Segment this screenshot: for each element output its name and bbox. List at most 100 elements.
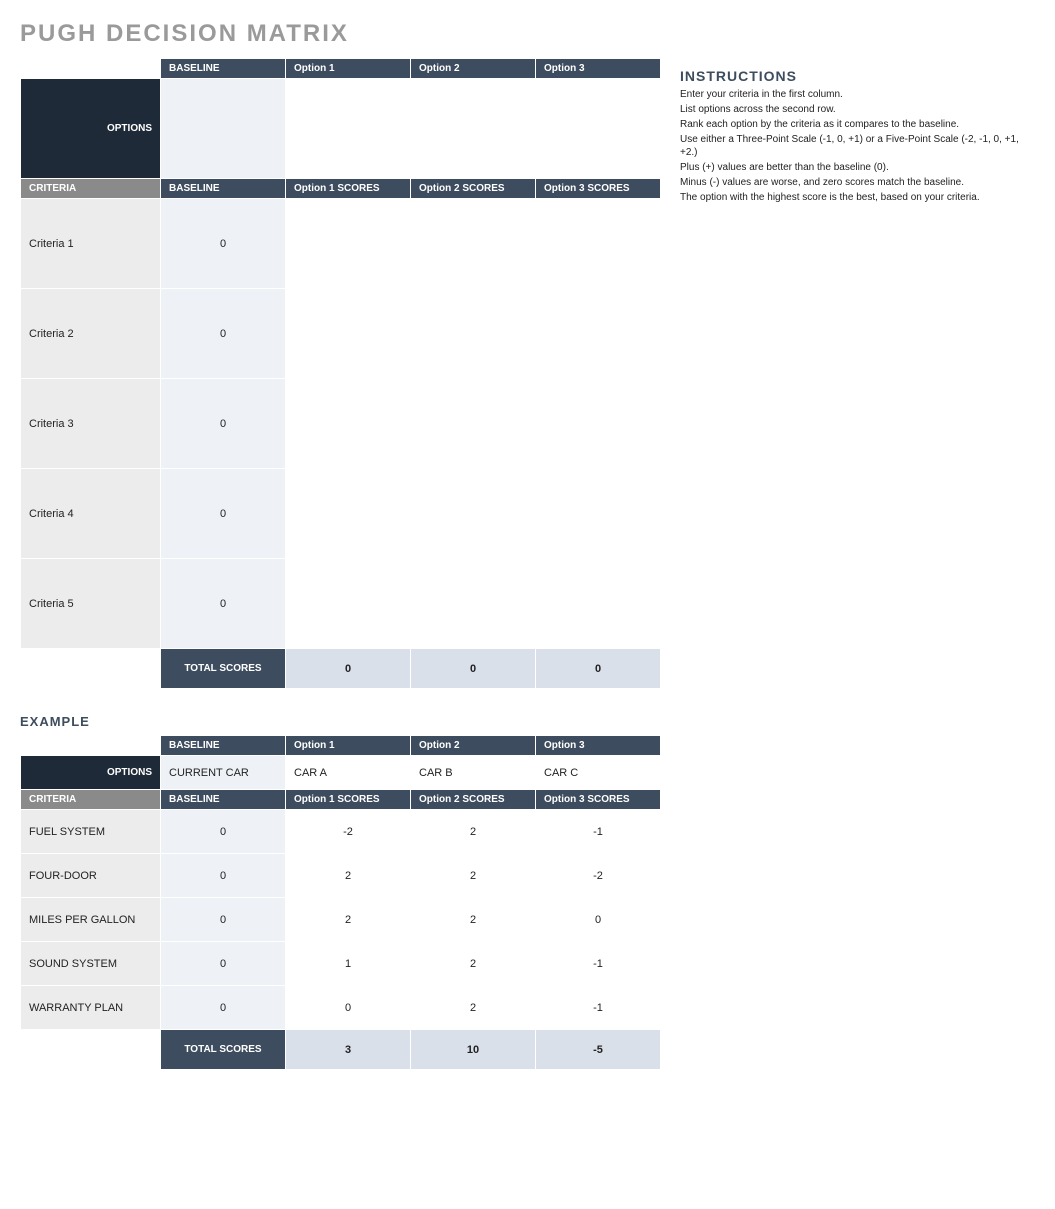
score3-header: Option 3 SCORES xyxy=(536,179,661,199)
instruction-line: Enter your criteria in the first column. xyxy=(680,88,1035,101)
total-label: TOTAL SCORES xyxy=(161,649,286,689)
criteria-row: FUEL SYSTEM 0 -2 2 -1 xyxy=(21,810,661,854)
baseline-score-header: BASELINE xyxy=(161,790,286,810)
criteria-score: 2 xyxy=(286,854,411,898)
criteria-score: 0 xyxy=(536,898,661,942)
score1-header: Option 1 SCORES xyxy=(286,790,411,810)
option3-value: CAR C xyxy=(536,756,661,790)
option1-value[interactable] xyxy=(286,79,411,179)
criteria-baseline: 0 xyxy=(161,379,286,469)
criteria-score: 2 xyxy=(411,810,536,854)
criteria-score[interactable] xyxy=(411,469,536,559)
criteria-score[interactable] xyxy=(411,379,536,469)
option3-value[interactable] xyxy=(536,79,661,179)
instructions-title: INSTRUCTIONS xyxy=(680,68,1035,84)
criteria-score[interactable] xyxy=(411,559,536,649)
baseline-score-header: BASELINE xyxy=(161,179,286,199)
option-header-row: BASELINE Option 1 Option 2 Option 3 xyxy=(21,59,661,79)
criteria-baseline: 0 xyxy=(161,942,286,986)
criteria-score: 2 xyxy=(411,942,536,986)
criteria-score[interactable] xyxy=(286,289,411,379)
criteria-score: -2 xyxy=(286,810,411,854)
criteria-score: 2 xyxy=(286,898,411,942)
page-title: PUGH DECISION MATRIX xyxy=(20,20,1035,48)
option1-header: Option 1 xyxy=(286,59,411,79)
options-label: OPTIONS xyxy=(21,756,161,790)
criteria-baseline: 0 xyxy=(161,854,286,898)
criteria-baseline: 0 xyxy=(161,199,286,289)
total-score: 10 xyxy=(411,1030,536,1070)
criteria-name: WARRANTY PLAN xyxy=(21,986,161,1030)
criteria-score: 2 xyxy=(411,898,536,942)
example-matrix: BASELINE Option 1 Option 2 Option 3 OPTI… xyxy=(20,735,661,1070)
instructions-panel: INSTRUCTIONS Enter your criteria in the … xyxy=(680,58,1035,206)
criteria-score: 0 xyxy=(286,986,411,1030)
main-matrix: BASELINE Option 1 Option 2 Option 3 OPTI… xyxy=(20,58,661,689)
criteria-name[interactable]: Criteria 5 xyxy=(21,559,161,649)
baseline-header: BASELINE xyxy=(161,59,286,79)
criteria-name[interactable]: Criteria 1 xyxy=(21,199,161,289)
score2-header: Option 2 SCORES xyxy=(411,179,536,199)
criteria-header-row: CRITERIA BASELINE Option 1 SCORES Option… xyxy=(21,790,661,810)
total-score: 0 xyxy=(536,649,661,689)
criteria-score[interactable] xyxy=(286,469,411,559)
criteria-baseline: 0 xyxy=(161,810,286,854)
criteria-score[interactable] xyxy=(536,199,661,289)
criteria-score: -1 xyxy=(536,942,661,986)
criteria-score[interactable] xyxy=(411,199,536,289)
totals-row: TOTAL SCORES 3 10 -5 xyxy=(21,1030,661,1070)
criteria-name: SOUND SYSTEM xyxy=(21,942,161,986)
criteria-score[interactable] xyxy=(411,289,536,379)
option1-value: CAR A xyxy=(286,756,411,790)
option-header-row: BASELINE Option 1 Option 2 Option 3 xyxy=(21,736,661,756)
criteria-score[interactable] xyxy=(536,559,661,649)
option2-header: Option 2 xyxy=(411,736,536,756)
criteria-score: -1 xyxy=(536,986,661,1030)
instruction-line: List options across the second row. xyxy=(680,103,1035,116)
baseline-option: CURRENT CAR xyxy=(161,756,286,790)
criteria-score: -1 xyxy=(536,810,661,854)
criteria-row: Criteria 3 0 xyxy=(21,379,661,469)
criteria-score: 1 xyxy=(286,942,411,986)
instruction-line: Rank each option by the criteria as it c… xyxy=(680,118,1035,131)
criteria-row: FOUR-DOOR 0 2 2 -2 xyxy=(21,854,661,898)
option2-value: CAR B xyxy=(411,756,536,790)
instruction-line: Use either a Three-Point Scale (-1, 0, +… xyxy=(680,133,1035,159)
criteria-score[interactable] xyxy=(536,379,661,469)
totals-row: TOTAL SCORES 0 0 0 xyxy=(21,649,661,689)
score2-header: Option 2 SCORES xyxy=(411,790,536,810)
criteria-score[interactable] xyxy=(536,469,661,559)
criteria-name[interactable]: Criteria 3 xyxy=(21,379,161,469)
criteria-name[interactable]: Criteria 2 xyxy=(21,289,161,379)
instruction-line: Plus (+) values are better than the base… xyxy=(680,161,1035,174)
criteria-score: -2 xyxy=(536,854,661,898)
criteria-score[interactable] xyxy=(286,199,411,289)
criteria-name: MILES PER GALLON xyxy=(21,898,161,942)
total-score: -5 xyxy=(536,1030,661,1070)
criteria-baseline: 0 xyxy=(161,289,286,379)
criteria-baseline: 0 xyxy=(161,898,286,942)
criteria-baseline: 0 xyxy=(161,986,286,1030)
criteria-row: Criteria 4 0 xyxy=(21,469,661,559)
score3-header: Option 3 SCORES xyxy=(536,790,661,810)
baseline-option[interactable] xyxy=(161,79,286,179)
instruction-line: Minus (-) values are worse, and zero sco… xyxy=(680,176,1035,189)
criteria-score[interactable] xyxy=(286,379,411,469)
score1-header: Option 1 SCORES xyxy=(286,179,411,199)
criteria-name[interactable]: Criteria 4 xyxy=(21,469,161,559)
criteria-baseline: 0 xyxy=(161,559,286,649)
criteria-score: 2 xyxy=(411,854,536,898)
criteria-row: Criteria 2 0 xyxy=(21,289,661,379)
criteria-name: FUEL SYSTEM xyxy=(21,810,161,854)
example-heading: EXAMPLE xyxy=(20,714,660,729)
criteria-score: 2 xyxy=(411,986,536,1030)
option2-value[interactable] xyxy=(411,79,536,179)
criteria-score[interactable] xyxy=(536,289,661,379)
criteria-row: Criteria 1 0 xyxy=(21,199,661,289)
option3-header: Option 3 xyxy=(536,59,661,79)
option3-header: Option 3 xyxy=(536,736,661,756)
total-score: 3 xyxy=(286,1030,411,1070)
criteria-score[interactable] xyxy=(286,559,411,649)
total-label: TOTAL SCORES xyxy=(161,1030,286,1070)
total-score: 0 xyxy=(286,649,411,689)
